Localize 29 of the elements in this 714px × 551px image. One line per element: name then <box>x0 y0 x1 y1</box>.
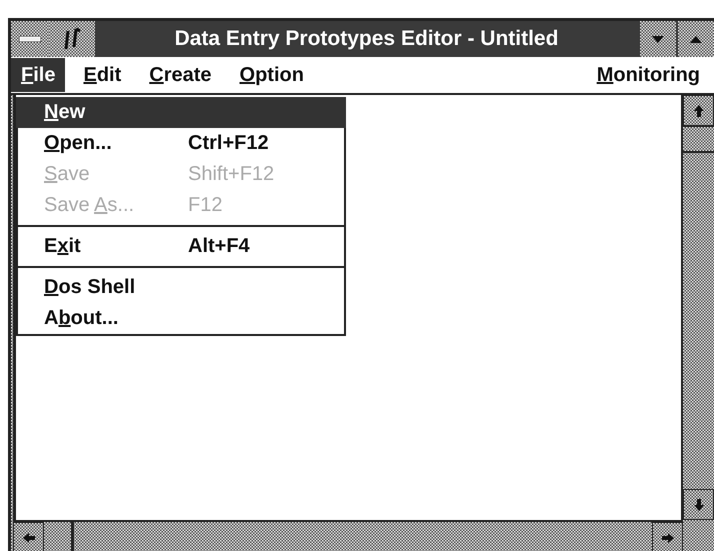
up-triangle-icon <box>690 36 702 42</box>
menu-item[interactable]: New <box>16 97 346 128</box>
menu-item[interactable]: About... <box>18 303 344 334</box>
minus-icon <box>19 36 41 42</box>
menu-bar-item[interactable]: File <box>11 58 66 92</box>
minimize-button[interactable] <box>640 21 676 57</box>
left-arrow-icon <box>22 532 34 542</box>
scroll-down-button[interactable] <box>683 489 714 520</box>
menu-bar-item[interactable]: Option <box>230 58 314 92</box>
menu-bar-item[interactable]: Edit <box>73 58 132 92</box>
scroll-right-button[interactable] <box>652 522 683 551</box>
scroll-thumb[interactable] <box>683 125 714 153</box>
down-triangle-icon <box>652 36 664 42</box>
down-arrow-icon <box>694 498 704 510</box>
menu-item[interactable]: Exit Alt+F4 <box>18 231 344 262</box>
scroll-up-button[interactable] <box>683 95 714 126</box>
window-title: Data Entry Prototypes Editor - Untitled <box>174 26 560 52</box>
right-arrow-icon <box>662 532 674 542</box>
app-icon <box>62 27 82 51</box>
scroll-left-button[interactable] <box>13 522 44 551</box>
maximize-button[interactable] <box>678 21 714 57</box>
menu-item[interactable]: Dos Shell <box>18 272 344 303</box>
scroll-thumb[interactable] <box>44 522 74 551</box>
menu-item[interactable]: Open... Ctrl+F12 <box>18 128 344 159</box>
scrollbar-corner <box>683 520 714 551</box>
up-arrow-icon <box>694 104 704 116</box>
menu-bar-item[interactable]: Monitoring <box>586 58 710 92</box>
system-menu-button[interactable] <box>11 21 49 57</box>
menu-bar-item[interactable]: Create <box>139 58 222 92</box>
